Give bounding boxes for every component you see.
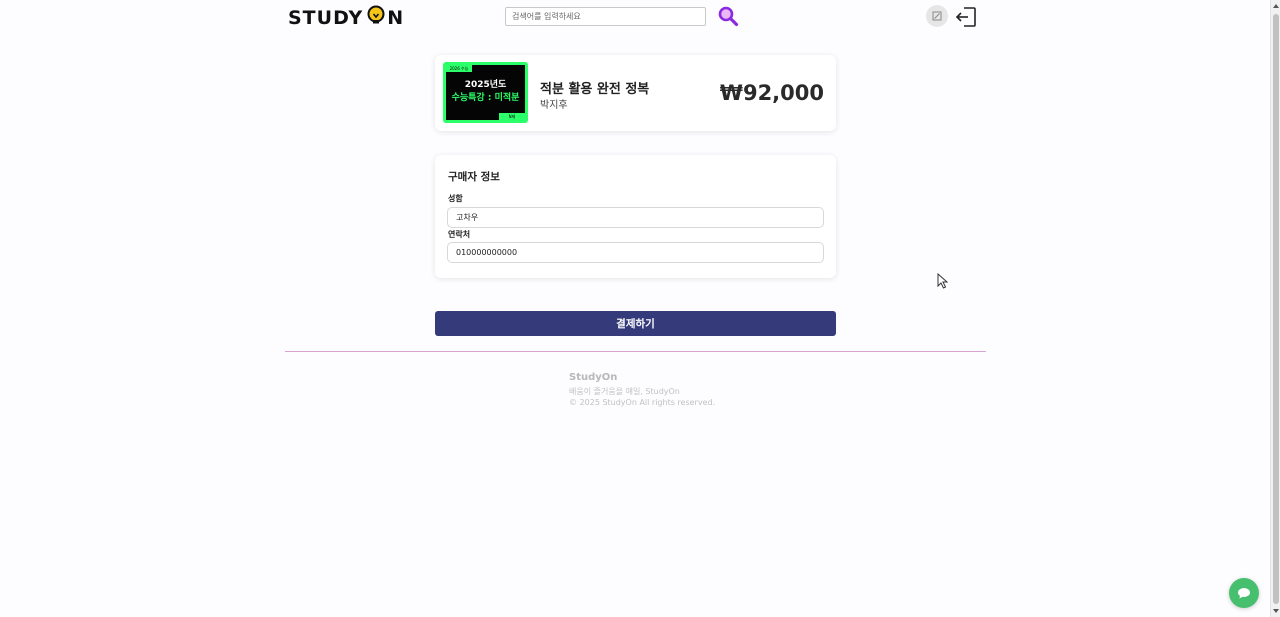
footer-divider: [285, 351, 986, 352]
product-card: 2026 수능 2025년도 수능특강 : 미적분 N제 적분 활용 완전 정복…: [435, 55, 836, 131]
product-price: ₩92,000: [719, 81, 824, 105]
pay-button[interactable]: 결제하기: [435, 311, 836, 336]
buyer-info-heading: 구매자 정보: [448, 171, 500, 183]
scrollbar[interactable]: [1270, 0, 1280, 617]
logout-button[interactable]: [954, 5, 978, 29]
phone-label: 연락처: [448, 230, 471, 239]
search-icon: [718, 6, 739, 27]
name-field[interactable]: [447, 207, 824, 228]
chat-button[interactable]: [1229, 578, 1259, 608]
search-button[interactable]: [717, 5, 739, 27]
bulb-icon: [366, 5, 386, 30]
thumbnail-year: 2025년도: [464, 80, 507, 90]
name-label: 성함: [448, 194, 463, 203]
scroll-down-arrow-icon[interactable]: [1273, 609, 1279, 613]
phone-field[interactable]: [447, 242, 824, 263]
footer-copyright: © 2025 StudyOn All rights reserved.: [569, 398, 716, 407]
header: STUDY N: [0, 0, 1270, 34]
search-input[interactable]: [505, 7, 706, 26]
buyer-info-card: 구매자 정보 성함 연락처: [435, 155, 836, 278]
product-teacher: 박지후: [540, 100, 568, 111]
profile-button[interactable]: [926, 5, 948, 27]
profile-icon: [932, 11, 942, 21]
footer-slogan: 배움이 즐거움을 얘일, StudyOn: [569, 387, 680, 396]
product-thumbnail: 2026 수능 2025년도 수능특강 : 미적분 N제: [443, 62, 528, 123]
logo-text-left: STUDY: [288, 6, 364, 29]
scrollbar-thumb[interactable]: [1273, 14, 1279, 604]
thumbnail-course: 수능특강 : 미적분: [451, 93, 520, 103]
thumbnail-tag-top: 2026 수능: [446, 65, 472, 72]
product-title: 적분 활용 완전 정복: [540, 82, 650, 97]
footer-brand: StudyOn: [569, 372, 618, 383]
thumbnail-tag-bottom: N제: [499, 113, 525, 120]
logout-icon: [955, 7, 976, 27]
mouse-cursor-icon: [937, 272, 949, 293]
logo-text-right: N: [387, 6, 405, 29]
chat-icon: [1238, 588, 1250, 599]
logo[interactable]: STUDY N: [288, 5, 404, 30]
scroll-up-arrow-icon[interactable]: [1273, 4, 1279, 8]
